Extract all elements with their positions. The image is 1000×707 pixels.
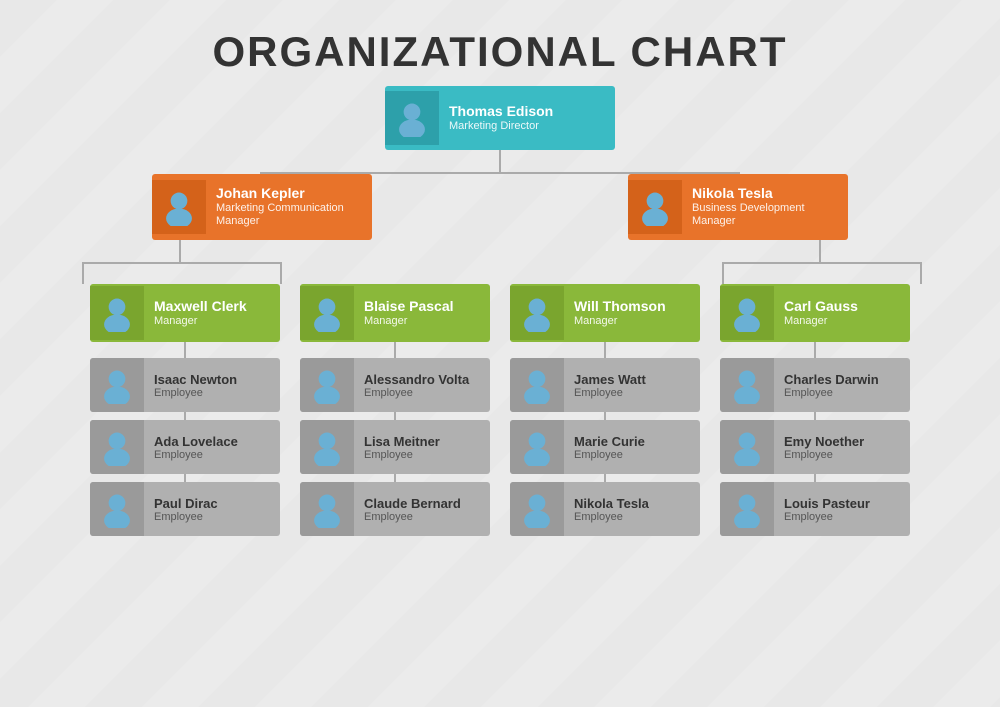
emp-avatar-0-2	[90, 482, 144, 536]
branch-2: Will Thomson Manager James Watt Employee	[510, 284, 700, 536]
l1-avatar-0	[152, 180, 206, 234]
emp-name-1-0: Alessandro Volta	[364, 372, 480, 387]
emp-name-2-0: James Watt	[574, 372, 690, 387]
l2-title-0: Manager	[154, 315, 270, 328]
l2-title-1: Manager	[364, 315, 480, 328]
l2-name-3: Carl Gauss	[784, 298, 900, 315]
emp-name-2-2: Nikola Tesla	[574, 496, 690, 511]
emp-title-3-1: Employee	[784, 449, 900, 461]
l1-name-1: Nikola Tesla	[692, 185, 838, 202]
branch-3: Carl Gauss Manager Charles Darwin Employ…	[720, 284, 910, 536]
emp-title-0-1: Employee	[154, 449, 270, 461]
emp-avatar-2-2	[510, 482, 564, 536]
v-line-top	[499, 150, 501, 172]
emp-title-2-2: Employee	[574, 511, 690, 523]
page: ORGANIZATIONAL CHART Thomas Edison Marke…	[0, 0, 1000, 556]
level2-row: Maxwell Clerk Manager Isaac Newton Emplo…	[90, 284, 910, 536]
v-line-kepler	[179, 240, 181, 262]
emp-name-0-2: Paul Dirac	[154, 496, 270, 511]
v-drop-maxwell	[82, 262, 84, 284]
l2-title-3: Manager	[784, 315, 900, 328]
l1-title-1: Business Development Manager	[692, 202, 838, 228]
l2-name-2: Will Thomson	[574, 298, 690, 315]
emp-title-3-0: Employee	[784, 387, 900, 399]
emp-avatar-3-0	[720, 358, 774, 412]
l2-card-0: Maxwell Clerk Manager	[90, 284, 280, 342]
l2-title-2: Manager	[574, 315, 690, 328]
l2-avatar-3	[720, 286, 774, 340]
emp-title-1-2: Employee	[364, 511, 480, 523]
l2-card-1: Blaise Pascal Manager	[300, 284, 490, 342]
l2-avatar-1	[300, 286, 354, 340]
l1-to-l2-connectors	[45, 240, 955, 284]
emp-name-1-1: Lisa Meitner	[364, 434, 480, 449]
branch-1: Blaise Pascal Manager Alessandro Volta E…	[300, 284, 490, 536]
level1-row: Johan Kepler Marketing Communication Man…	[152, 174, 848, 240]
emp-0-1: Ada Lovelace Employee	[90, 420, 280, 474]
l2-name-1: Blaise Pascal	[364, 298, 480, 315]
emp-avatar-2-0	[510, 358, 564, 412]
emp-2-1: Marie Curie Employee	[510, 420, 700, 474]
emp-title-0-2: Employee	[154, 511, 270, 523]
emp-title-0-0: Employee	[154, 387, 270, 399]
v-drop-gauss	[920, 262, 922, 284]
emp-0-0: Isaac Newton Employee	[90, 358, 280, 412]
l2-avatar-2	[510, 286, 564, 340]
emp-1-0: Alessandro Volta Employee	[300, 358, 490, 412]
emp-2-0: James Watt Employee	[510, 358, 700, 412]
h-line-left-group	[82, 262, 280, 264]
l2-avatar-0	[90, 286, 144, 340]
top-avatar	[385, 91, 439, 145]
top-name: Thomas Edison	[449, 103, 605, 120]
emp-3-1: Emy Noether Employee	[720, 420, 910, 474]
emp-name-0-1: Ada Lovelace	[154, 434, 270, 449]
page-title: ORGANIZATIONAL CHART	[20, 10, 980, 86]
emp-avatar-1-2	[300, 482, 354, 536]
l2-card-2: Will Thomson Manager	[510, 284, 700, 342]
emp-avatar-0-1	[90, 420, 144, 474]
emp-avatar-3-2	[720, 482, 774, 536]
emp-3-2: Louis Pasteur Employee	[720, 482, 910, 536]
emp-avatar-2-1	[510, 420, 564, 474]
emp-1-2: Claude Bernard Employee	[300, 482, 490, 536]
org-chart: Thomas Edison Marketing Director Johan K…	[20, 86, 980, 536]
emp-name-2-1: Marie Curie	[574, 434, 690, 449]
emp-avatar-1-0	[300, 358, 354, 412]
branch-0: Maxwell Clerk Manager Isaac Newton Emplo…	[90, 284, 280, 536]
l1-avatar-1	[628, 180, 682, 234]
l1-name-0: Johan Kepler	[216, 185, 362, 202]
emp-1-1: Lisa Meitner Employee	[300, 420, 490, 474]
emp-name-3-1: Emy Noether	[784, 434, 900, 449]
h-line-right-group	[722, 262, 920, 264]
emp-0-2: Paul Dirac Employee	[90, 482, 280, 536]
top-card: Thomas Edison Marketing Director	[385, 86, 615, 150]
v-l2-0	[184, 342, 186, 358]
top-title: Marketing Director	[449, 120, 605, 133]
v-drop-thomson	[722, 262, 724, 284]
emp-title-2-1: Employee	[574, 449, 690, 461]
v-line-tesla	[819, 240, 821, 262]
emp-title-1-1: Employee	[364, 449, 480, 461]
l1-card-0: Johan Kepler Marketing Communication Man…	[152, 174, 372, 240]
emp-name-0-0: Isaac Newton	[154, 372, 270, 387]
v-drop-pascal	[280, 262, 282, 284]
emp-name-3-0: Charles Darwin	[784, 372, 900, 387]
emp-2-2: Nikola Tesla Employee	[510, 482, 700, 536]
emp-3-0: Charles Darwin Employee	[720, 358, 910, 412]
emp-title-2-0: Employee	[574, 387, 690, 399]
emp-title-3-2: Employee	[784, 511, 900, 523]
l1-title-0: Marketing Communication Manager	[216, 202, 362, 228]
emp-name-1-2: Claude Bernard	[364, 496, 480, 511]
emp-title-1-0: Employee	[364, 387, 480, 399]
l1-card-1: Nikola Tesla Business Development Manage…	[628, 174, 848, 240]
top-row: Thomas Edison Marketing Director	[385, 86, 615, 150]
emp-avatar-0-0	[90, 358, 144, 412]
l2-card-3: Carl Gauss Manager	[720, 284, 910, 342]
emp-avatar-1-1	[300, 420, 354, 474]
emp-name-3-2: Louis Pasteur	[784, 496, 900, 511]
l2-name-0: Maxwell Clerk	[154, 298, 270, 315]
emp-avatar-3-1	[720, 420, 774, 474]
